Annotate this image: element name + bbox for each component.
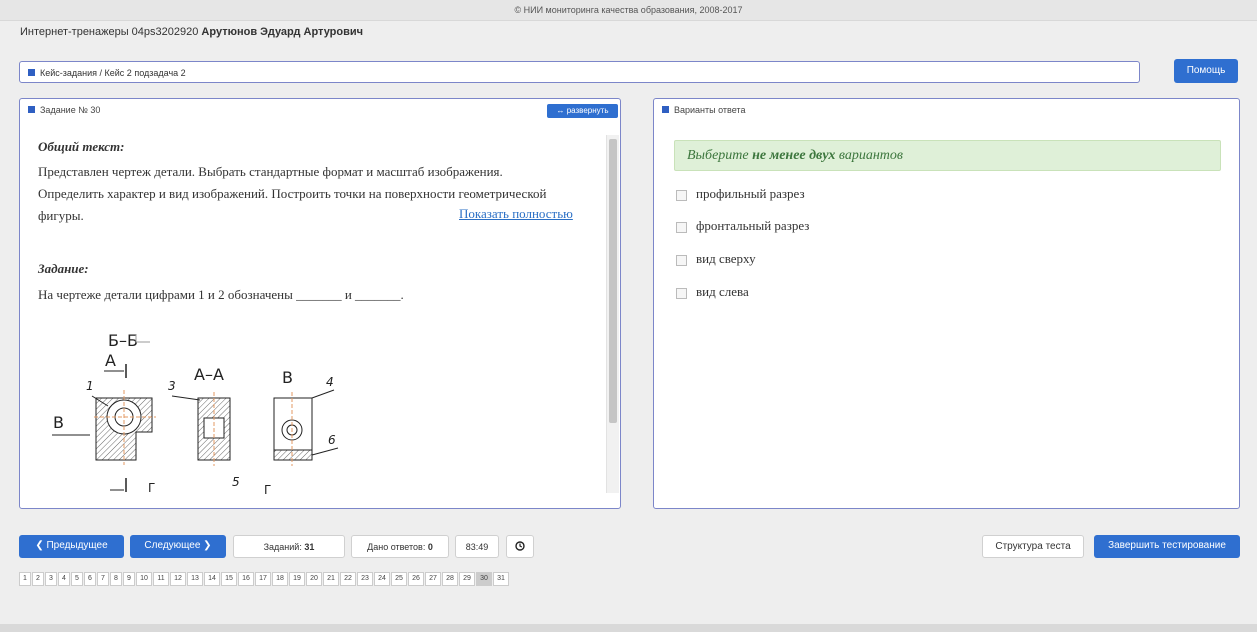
general-heading: Общий текст:: [38, 139, 125, 154]
page-button[interactable]: 13: [187, 572, 203, 586]
copyright-bar: © НИИ мониторинга качества образования, …: [0, 0, 1257, 21]
page-button[interactable]: 1: [19, 572, 31, 586]
clock-icon: [515, 541, 525, 552]
answers-counter: Дано ответов: 0: [351, 535, 449, 558]
hint-suffix: вариантов: [838, 148, 903, 163]
copyright-text: © НИИ мониторинга качества образования, …: [514, 5, 743, 15]
test-structure-button[interactable]: Структура теста: [982, 535, 1084, 558]
answer-hint: Выберите не менее двух вариантов: [674, 140, 1221, 171]
option-label: профильный разрез: [696, 186, 805, 201]
number-3-label: 3: [168, 379, 176, 393]
task-heading: Задание:: [38, 261, 89, 276]
section-g1-label: Г: [148, 481, 155, 495]
section-a-label: А: [105, 351, 116, 370]
page-button[interactable]: 23: [357, 572, 373, 586]
breadcrumb-text[interactable]: Кейс-задания / Кейс 2 подзадача 2: [40, 68, 186, 78]
page-button[interactable]: 2: [32, 572, 44, 586]
scrollbar-thumb[interactable]: [609, 139, 617, 423]
next-button[interactable]: Следующее ❯: [130, 535, 226, 558]
hint-bold: не менее двух: [752, 148, 836, 163]
tasks-counter: Заданий: 31: [233, 535, 345, 558]
page-button[interactable]: 18: [272, 572, 288, 586]
answer-option-2[interactable]: фронтальный разрез: [676, 218, 809, 234]
task-title: Задание № 30: [40, 105, 101, 115]
user-line: Интернет-тренажеры 04ps3202920 Арутюнов …: [20, 26, 363, 38]
option-label: вид сверху: [696, 251, 756, 266]
page-button[interactable]: 21: [323, 572, 339, 586]
answer-option-1[interactable]: профильный разрез: [676, 186, 805, 202]
page-button[interactable]: 28: [442, 572, 458, 586]
option-label: вид слева: [696, 284, 749, 299]
page-button[interactable]: 22: [340, 572, 356, 586]
breadcrumb: Кейс-задания / Кейс 2 подзадача 2: [19, 61, 1140, 83]
answers-panel-marker-icon: [662, 106, 669, 113]
expand-button[interactable]: ↔ развернуть: [547, 104, 618, 118]
user-prefix: Интернет-тренажеры 04ps3202920: [20, 26, 199, 38]
page-button[interactable]: 14: [204, 572, 220, 586]
tasks-label: Заданий:: [263, 542, 302, 552]
option-label: фронтальный разрез: [696, 218, 810, 233]
page-button[interactable]: 26: [408, 572, 424, 586]
page-pager: 1 2 3 4 5 6 7 8 9 10 11 12 13 14 15 16 17 18 19 20 21 22 23 24 2…: [19, 567, 510, 586]
answers-title: Варианты ответа: [674, 105, 746, 115]
technical-drawing: Б–Б А А–А В В 1 3 4 5 6 Г Г: [52, 331, 339, 497]
page-button[interactable]: 3: [45, 572, 57, 586]
page-button[interactable]: 24: [374, 572, 390, 586]
checkbox[interactable]: [676, 254, 687, 266]
number-4-label: 4: [326, 375, 334, 389]
page-button[interactable]: 15: [221, 572, 237, 586]
section-aa-label: А–А: [194, 365, 224, 384]
task-panel-marker-icon: [28, 106, 35, 113]
task-scrollbar[interactable]: [606, 135, 619, 493]
page-button[interactable]: 9: [123, 572, 135, 586]
number-1-label: 1: [86, 379, 94, 393]
section-g2-label: Г: [264, 483, 271, 497]
page-button[interactable]: 17: [255, 572, 271, 586]
user-name: Арутюнов Эдуард Артурович: [201, 26, 364, 38]
number-6-label: 6: [328, 433, 336, 447]
checkbox[interactable]: [676, 221, 687, 233]
tasks-count: 31: [304, 542, 315, 552]
hint-prefix: Выберите: [687, 148, 749, 163]
checkbox[interactable]: [676, 287, 687, 299]
clock-button[interactable]: [506, 535, 534, 558]
bottom-bar: [0, 624, 1257, 632]
answers-label: Дано ответов:: [367, 542, 426, 552]
page-button[interactable]: 6: [84, 572, 96, 586]
show-full-link[interactable]: Показать полностью: [459, 206, 573, 222]
page-button[interactable]: 16: [238, 572, 254, 586]
breadcrumb-marker-icon: [28, 69, 35, 76]
page-button[interactable]: 31: [493, 572, 509, 586]
finish-test-button[interactable]: Завершить тестирование: [1094, 535, 1240, 558]
page-button[interactable]: 10: [136, 572, 152, 586]
answer-option-4[interactable]: вид слева: [676, 284, 749, 300]
page-button[interactable]: 29: [459, 572, 475, 586]
page-button[interactable]: 4: [58, 572, 70, 586]
page-button[interactable]: 27: [425, 572, 441, 586]
page-button[interactable]: 11: [153, 572, 169, 586]
number-5-label: 5: [232, 475, 240, 489]
view-b-left-label: В: [53, 413, 64, 432]
page-button[interactable]: 25: [391, 572, 407, 586]
checkbox[interactable]: [676, 189, 687, 201]
page-button[interactable]: 7: [97, 572, 109, 586]
page-button[interactable]: 8: [110, 572, 122, 586]
page-button[interactable]: 30: [476, 572, 492, 586]
task-text: На чертеже детали цифрами 1 и 2 обозначе…: [38, 287, 404, 302]
section-bb-label: Б–Б: [108, 331, 138, 350]
help-button[interactable]: Помощь: [1174, 59, 1238, 83]
page-button[interactable]: 12: [170, 572, 186, 586]
page-button[interactable]: 20: [306, 572, 322, 586]
view-b-right-label: В: [282, 368, 293, 387]
timer: 83:49: [455, 535, 499, 558]
previous-button[interactable]: ❮ Предыдущее: [19, 535, 124, 558]
page-button[interactable]: 5: [71, 572, 83, 586]
answer-option-3[interactable]: вид сверху: [676, 251, 756, 267]
page-button[interactable]: 19: [289, 572, 305, 586]
answers-count: 0: [427, 542, 433, 552]
